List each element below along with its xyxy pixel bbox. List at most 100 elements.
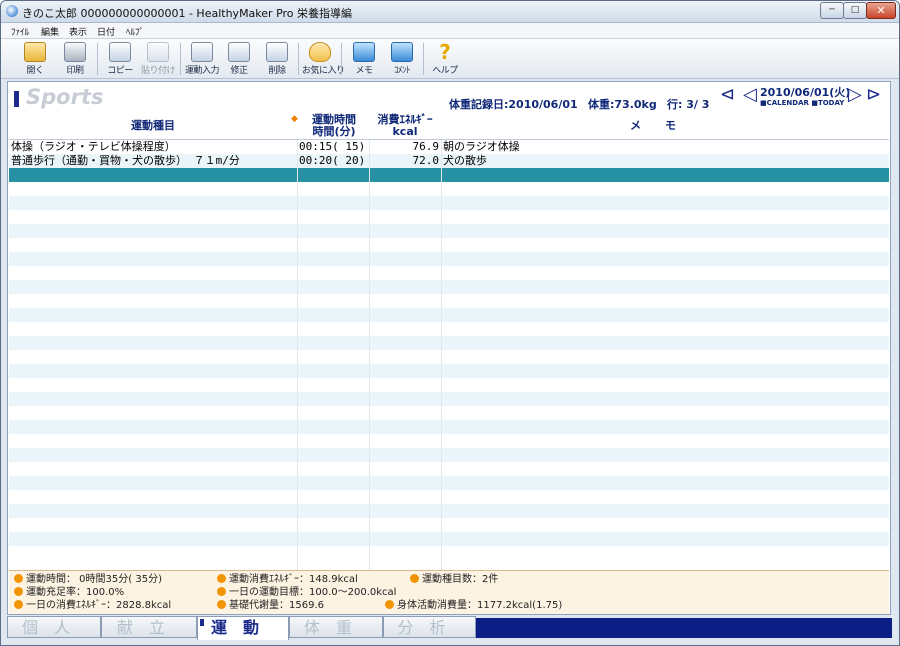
close-button[interactable]: ✕ [866, 2, 896, 19]
column-header-memo[interactable]: メモ [442, 120, 888, 132]
table-row-empty[interactable] [9, 532, 889, 546]
paste-button[interactable]: 貼り付け [140, 41, 176, 77]
cell-exercise-type: 体操（ラジオ・テレビ体操程度） [11, 140, 176, 153]
table-row-empty[interactable] [9, 392, 889, 406]
table-row-empty[interactable] [9, 196, 889, 210]
table-row-empty[interactable] [9, 336, 889, 350]
heart-icon [309, 42, 331, 62]
table-row-selected[interactable] [9, 168, 889, 182]
delete-label: 削除 [268, 66, 286, 76]
bullet-icon [385, 600, 394, 609]
column-header-kcal-line2: kcal [392, 125, 418, 138]
menu-view[interactable]: 表示 [69, 25, 87, 38]
table-row-empty[interactable] [9, 518, 889, 532]
tab-analysis[interactable]: 分析 [383, 616, 476, 638]
tab-personal[interactable]: 個人 [7, 616, 101, 638]
memo-button[interactable]: メモ [346, 41, 382, 77]
table-row-empty[interactable] [9, 406, 889, 420]
exercise-input-label: 運動入力 [184, 66, 220, 76]
table-row-empty[interactable] [9, 308, 889, 322]
app-icon [6, 5, 18, 17]
table-row-empty[interactable] [9, 448, 889, 462]
menu-file[interactable]: ﾌｧｲﾙ [11, 25, 29, 38]
minimize-button[interactable]: ─ [820, 2, 844, 19]
table-row[interactable]: 体操（ラジオ・テレビ体操程度） 00:15( 15) 76.9 朝のラジオ体操 [9, 140, 889, 154]
table-body: 体操（ラジオ・テレビ体操程度） 00:15( 15) 76.9 朝のラジオ体操 … [9, 140, 889, 570]
cell-kcal [369, 168, 441, 182]
table-row-empty[interactable] [9, 280, 889, 294]
table-row-empty[interactable] [9, 420, 889, 434]
table-row-empty[interactable] [9, 210, 889, 224]
table-row-empty[interactable] [9, 294, 889, 308]
section-marker [14, 91, 19, 107]
column-header-type[interactable]: 運動種目 [9, 120, 297, 132]
bullet-icon [14, 587, 23, 596]
table-row-empty[interactable] [9, 462, 889, 476]
table-row[interactable]: 普通歩行（通勤・買物・犬の散歩） ７１m/分 00:20( 20) 72.0 犬… [9, 154, 889, 168]
comment-icon [391, 42, 413, 62]
table-row-empty[interactable] [9, 224, 889, 238]
favorites-button[interactable]: お気に入り [302, 41, 345, 77]
toolbar: 開く 印刷 コピー 貼り付け 運動入力 修正 削除 お気に入り メモ ｺﾒﾝﾄ … [1, 39, 899, 79]
copy-button[interactable]: コピー [102, 41, 138, 77]
first-day-arrow-icon[interactable]: ⊲ [720, 86, 735, 104]
help-button[interactable]: ? ヘルプ [427, 41, 463, 77]
table-row-empty[interactable] [9, 378, 889, 392]
table-row-empty[interactable] [9, 490, 889, 504]
trash-icon [266, 42, 288, 62]
open-button[interactable]: 開く [17, 41, 53, 77]
menu-date[interactable]: 日付 [97, 25, 115, 38]
toolbar-separator [97, 43, 98, 75]
column-divider [441, 140, 442, 570]
menu-bar: ﾌｧｲﾙ 編集 表示 日付 ﾍﾙﾌﾟ [1, 23, 899, 39]
summary-activity: 身体活動消費量：1177.2kcal(1.75) [385, 599, 562, 612]
tab-menu[interactable]: 献立 [101, 616, 197, 638]
edit-label: 修正 [230, 66, 248, 76]
toolbar-separator [341, 43, 342, 75]
summary-daily-target: 一日の運動目標：100.0～200.0kcal [217, 586, 396, 599]
tab-exercise[interactable]: 運動 [197, 616, 289, 640]
cell-kcal: 76.9 [412, 140, 440, 153]
edit-button[interactable]: 修正 [221, 41, 257, 77]
print-button[interactable]: 印刷 [57, 41, 93, 77]
calendar-today-links[interactable]: ■CALENDAR ■TODAY [760, 99, 844, 107]
prev-day-arrow-icon[interactable]: ◁ [743, 86, 757, 104]
column-divider [369, 140, 370, 570]
column-header-time[interactable]: 運動時間 時間(分) [299, 114, 369, 138]
cell-memo: 犬の散歩 [443, 154, 487, 167]
cell-exercise-type: 普通歩行（通勤・買物・犬の散歩） ７１m/分 [11, 154, 240, 167]
table-row-empty[interactable] [9, 182, 889, 196]
summary-item-count: 運動種目数：2件 [410, 573, 498, 586]
bullet-icon [410, 574, 419, 583]
table-row-empty[interactable] [9, 434, 889, 448]
last-day-arrow-icon[interactable]: ⊳ [866, 86, 881, 104]
menu-help[interactable]: ﾍﾙﾌﾟ [126, 25, 144, 38]
comment-button[interactable]: ｺﾒﾝﾄ [384, 41, 420, 77]
print-label: 印刷 [66, 66, 84, 76]
table-row-empty[interactable] [9, 476, 889, 490]
table-row-empty[interactable] [9, 504, 889, 518]
table-row-empty[interactable] [9, 252, 889, 266]
table-row-empty[interactable] [9, 322, 889, 336]
exercise-input-button[interactable]: 運動入力 [184, 41, 220, 77]
bottom-tabs: 個人 献立 運動 体重 分析 [1, 616, 899, 645]
table-row-empty[interactable] [9, 364, 889, 378]
cell-exercise-time [299, 168, 369, 182]
maximize-button[interactable]: □ [843, 2, 867, 19]
column-header-kcal[interactable]: 消費ｴﾈﾙｷﾞｰ kcal [369, 114, 441, 138]
table-row-empty[interactable] [9, 238, 889, 252]
sort-icon[interactable]: ◆ [291, 114, 298, 124]
next-day-arrow-icon[interactable]: ▷ [848, 86, 862, 104]
table-row-empty[interactable] [9, 266, 889, 280]
body-weight: 体重:73.0kg [588, 98, 657, 111]
cell-memo [443, 168, 883, 182]
paste-label: 貼り付け [140, 66, 176, 76]
table-row-empty[interactable] [9, 546, 889, 560]
exercise-table: 運動種目 ◆ 運動時間 時間(分) 消費ｴﾈﾙｷﾞｰ kcal メモ 体操（ラジ… [9, 112, 889, 570]
delete-button[interactable]: 削除 [259, 41, 295, 77]
tab-weight[interactable]: 体重 [289, 616, 383, 638]
table-row-empty[interactable] [9, 350, 889, 364]
copy-icon [109, 42, 131, 62]
menu-edit[interactable]: 編集 [41, 25, 59, 38]
comment-label: ｺﾒﾝﾄ [393, 66, 411, 76]
